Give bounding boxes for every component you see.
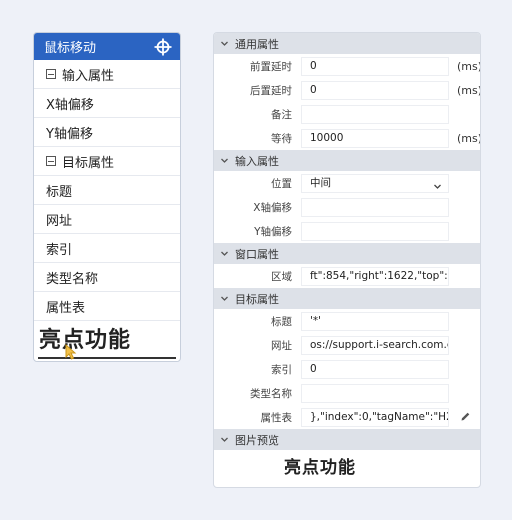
image-preview: 亮点功能 [270,450,414,478]
minus-box-icon[interactable] [46,69,56,79]
region-input[interactable]: ft":854,"right":1622,"top":551} [301,266,449,286]
prop-wait: 等待 10000 (ms) [214,126,480,150]
node-row-type-name[interactable]: 类型名称 [34,263,180,292]
pencil-icon[interactable] [460,411,471,425]
properties-panel: 通用属性 前置延时 0 (ms) 后置延时 0 (ms) 备注 等待 10000… [213,32,481,488]
preview-image-text: 亮点功能 [284,458,356,478]
unit-label: (ms) [457,59,481,73]
prop-index: 索引 0 [214,357,480,381]
unit-label: (ms) [457,83,481,97]
section-title: 通用属性 [235,37,279,51]
prop-label: 类型名称 [250,387,292,400]
prop-label: 属性表 [260,411,293,424]
prop-url: 网址 os://support.i-search.com.cn*' [214,333,480,357]
position-select[interactable]: 中间 [301,173,449,193]
prop-label: 索引 [271,363,292,376]
node-row-label: 类型名称 [46,271,99,287]
title-input[interactable]: '*' [301,311,449,331]
node-header[interactable]: 鼠标移动 [34,33,180,60]
mouse-move-node-card[interactable]: 鼠标移动 输入属性 X轴偏移 Y轴偏移 目标属性 标题 网址 索引 类型名称 属… [33,32,181,362]
node-row-label: 输入属性 [62,68,115,84]
node-row-label: 网址 [46,213,73,229]
node-row-x-offset[interactable]: X轴偏移 [34,89,180,118]
y-offset-input[interactable] [301,221,449,241]
unit-label: (ms) [457,131,481,145]
node-row-index[interactable]: 索引 [34,234,180,263]
prop-label: 位置 [271,177,292,190]
prop-label: 标题 [271,315,292,328]
preview-image-text: 亮点功能 [39,328,132,353]
chevron-down-icon[interactable] [220,294,229,303]
node-row-attributes[interactable]: 属性表 [34,292,180,321]
node-row-label: 属性表 [46,300,86,316]
minus-box-icon[interactable] [46,156,56,166]
post-delay-input[interactable]: 0 [301,80,449,100]
node-row-label: 目标属性 [62,155,115,171]
chevron-down-icon[interactable] [433,180,442,192]
prop-label: 后置延时 [250,84,292,97]
prop-y-offset: Y轴偏移 [214,219,480,243]
prop-note: 备注 [214,102,480,126]
pre-delay-input[interactable]: 0 [301,56,449,76]
node-row-url[interactable]: 网址 [34,205,180,234]
prop-attributes: 属性表 },"index":0,"tagName":"H2"}}] [214,405,480,429]
prop-region: 区域 ft":854,"right":1622,"top":551} [214,264,480,288]
prop-x-offset: X轴偏移 [214,195,480,219]
prop-label: 区域 [271,270,292,283]
wait-input[interactable]: 10000 [301,128,449,148]
node-row-title[interactable]: 标题 [34,176,180,205]
crosshair-icon[interactable] [154,38,172,56]
node-row-y-offset[interactable]: Y轴偏移 [34,118,180,147]
prop-label: 前置延时 [250,60,292,73]
prop-post-delay: 后置延时 0 (ms) [214,78,480,102]
prop-label: 等待 [271,132,292,145]
url-input[interactable]: os://support.i-search.com.cn*' [301,335,449,355]
node-row-label: 标题 [46,184,73,200]
preview-row: 亮点功能 [214,450,480,478]
prop-title: 标题 '*' [214,309,480,333]
chevron-down-icon[interactable] [220,156,229,165]
chevron-down-icon[interactable] [220,249,229,258]
attributes-input[interactable]: },"index":0,"tagName":"H2"}}] [301,407,449,427]
section-window-header[interactable]: 窗口属性 [214,243,480,264]
section-general-header[interactable]: 通用属性 [214,33,480,54]
type-name-input[interactable] [301,383,449,403]
section-title: 输入属性 [235,154,279,168]
cursor-pointer-icon [64,343,78,361]
prop-label: 网址 [271,339,292,352]
section-title: 窗口属性 [235,247,279,261]
prop-label: X轴偏移 [253,201,292,214]
index-input[interactable]: 0 [301,359,449,379]
position-select-value: 中间 [310,176,331,189]
chevron-down-icon[interactable] [220,435,229,444]
node-title: 鼠标移动 [44,41,97,56]
prop-type-name: 类型名称 [214,381,480,405]
prop-label: Y轴偏移 [254,225,292,238]
chevron-down-icon[interactable] [220,39,229,48]
section-preview-header[interactable]: 图片预览 [214,429,480,450]
preview-underline [38,357,176,359]
node-row-label: Y轴偏移 [46,126,93,142]
x-offset-input[interactable] [301,197,449,217]
node-row-label: 索引 [46,242,73,258]
note-input[interactable] [301,104,449,124]
node-group-input[interactable]: 输入属性 [34,60,180,89]
section-title: 图片预览 [235,433,279,447]
section-input-header[interactable]: 输入属性 [214,150,480,171]
prop-label: 备注 [271,108,292,121]
prop-position: 位置 中间 [214,171,480,195]
section-target-header[interactable]: 目标属性 [214,288,480,309]
node-group-target[interactable]: 目标属性 [34,147,180,176]
section-title: 目标属性 [235,292,279,306]
node-image-preview: 亮点功能 [36,321,178,361]
prop-pre-delay: 前置延时 0 (ms) [214,54,480,78]
node-row-label: X轴偏移 [46,97,94,113]
